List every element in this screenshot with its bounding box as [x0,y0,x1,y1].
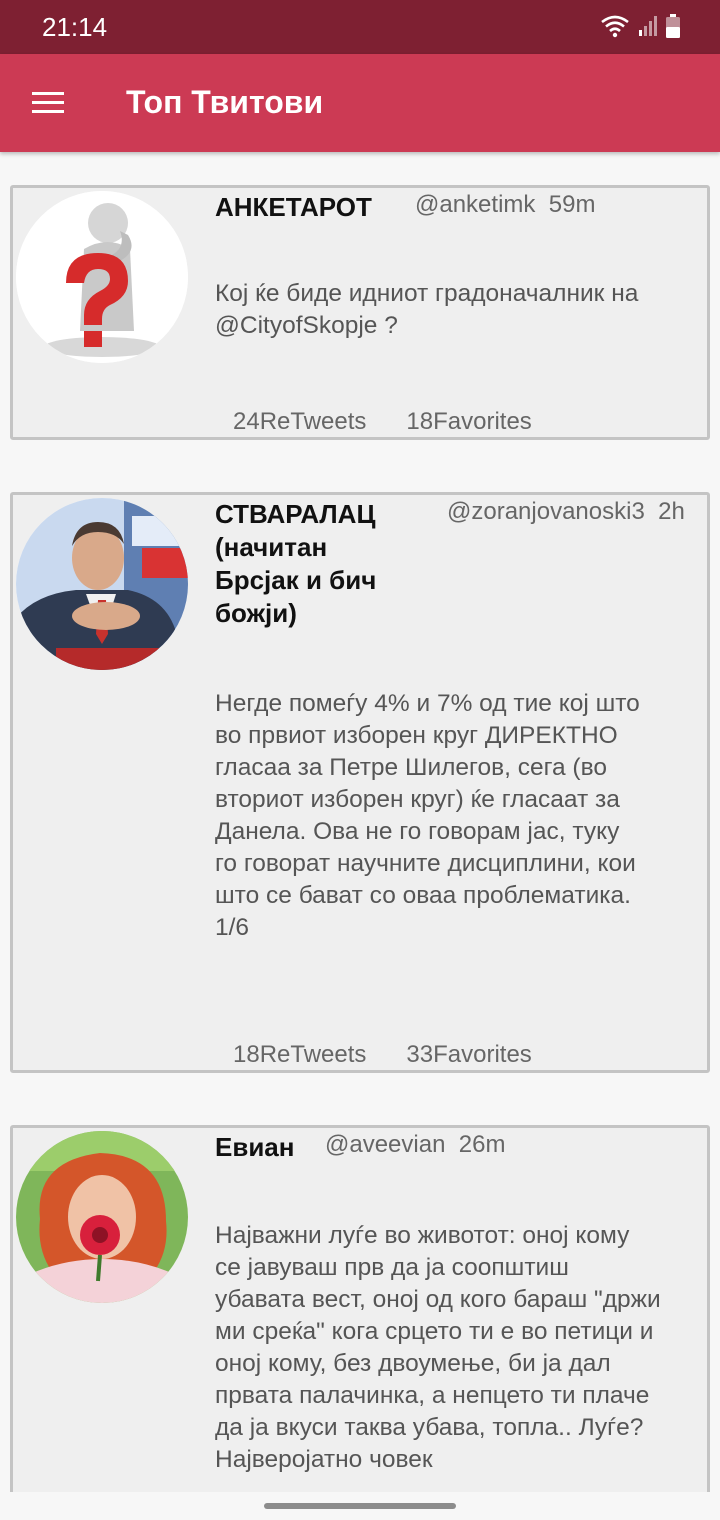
favorites-count[interactable]: 18Favorites [406,408,531,435]
status-bar: 21:14 [0,0,720,54]
woman-with-flower-avatar[interactable] [16,1131,188,1303]
author-handle: @aveevian 26m [325,1131,505,1159]
wifi-icon [601,15,629,38]
tweet-card[interactable]: АНКЕТАРОТ @anketimk 59m Кој ќе биде идни… [10,185,710,440]
author-name: АНКЕТАРОТ [215,192,372,222]
tweet-stats: 18ReTweets 33Favorites [233,1041,532,1069]
signal-icon [639,16,657,36]
retweets-count[interactable]: 18ReTweets [233,1041,366,1068]
retweets-count[interactable]: 24ReTweets [233,408,366,435]
battery-icon [666,14,680,38]
author-name: Евиан [215,1132,295,1162]
author-handle: @zoranjovanoski3 2h [447,498,685,526]
app-title: Топ Твитови [126,84,324,120]
status-icons [600,14,680,38]
menu-icon[interactable] [30,90,66,116]
tweet-stats: 24ReTweets 18Favorites [233,408,532,436]
tweet-text: Кој ќе биде идниот градоначалник на @Cit… [215,280,639,339]
tweet-text: Најважни луѓе во животот: оној кому се ј… [215,1222,661,1473]
tweet-time: 2h [658,498,685,525]
handle-text: @zoranjovanoski3 [447,498,645,525]
tweet-time: 59m [548,191,596,218]
man-portrait-avatar[interactable] [16,498,188,670]
handle-text: @aveevian [325,1131,446,1158]
tweet-card[interactable]: Евиан @aveevian 26m Најважни луѓе во жив… [10,1125,710,1492]
home-indicator[interactable] [264,1503,456,1509]
handle-text: @anketimk [415,191,536,218]
tweet-time: 26m [458,1131,506,1158]
author-handle: @anketimk 59m [415,191,595,219]
favorites-count[interactable]: 33Favorites [406,1041,531,1068]
status-time: 21:14 [42,12,108,42]
author-name: СТВАРАЛАЦ (начитан Брсјак и бич божји) [215,499,377,628]
tweet-text: Негде помеѓу 4% и 7% од тие кој што во п… [215,690,640,941]
tweet-card[interactable]: СТВАРАЛАЦ (начитан Брсјак и бич божји) @… [10,492,710,1073]
app-bar: Топ Твитови [0,54,720,152]
navigation-bar [0,1492,720,1520]
question-mark-figure-avatar[interactable] [16,191,188,363]
tweet-feed[interactable]: АНКЕТАРОТ @anketimk 59m Кој ќе биде идни… [0,152,720,1492]
